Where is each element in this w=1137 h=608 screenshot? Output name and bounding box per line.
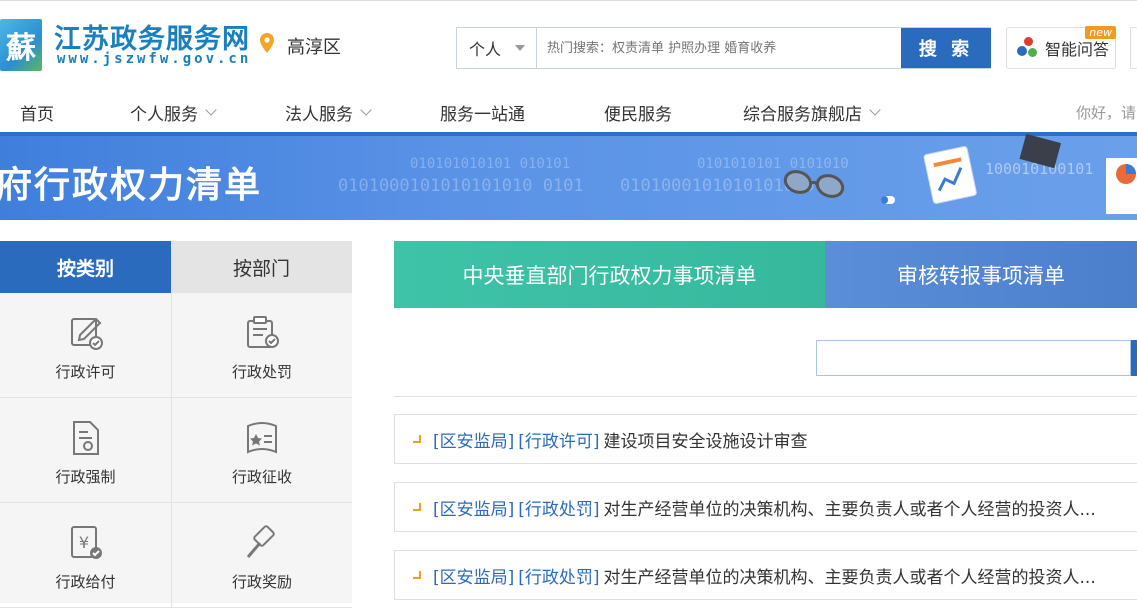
gavel-icon <box>246 525 275 558</box>
category-administrative-enforcement[interactable]: 行政强制 <box>0 398 171 503</box>
category-administrative-levy[interactable]: 行政征收 <box>171 398 352 503</box>
edit-check-icon <box>70 317 103 350</box>
location-selector[interactable]: 高淳区 <box>287 33 341 59</box>
location-pin-icon <box>260 33 274 53</box>
category-administrative-payment[interactable]: ¥ 行政给付 <box>0 503 171 608</box>
search-scope-label: 个人 <box>469 40 502 59</box>
caret-down-icon <box>515 45 526 51</box>
arrow-icon <box>413 571 421 579</box>
list-item[interactable]: [区安监局] [行政许可] 建设项目安全设施设计审查 <box>394 414 1137 464</box>
glasses-icon <box>783 170 845 198</box>
nav-one-stop[interactable]: 服务一站通 <box>440 100 525 125</box>
item-title: 建设项目安全设施设计审查 <box>603 431 808 452</box>
site-url: www.jszwfw.gov.cn <box>57 51 252 67</box>
page-banner: 010101010101 010101 0101000101010101010 … <box>0 132 1137 220</box>
pie-chart-paper-icon <box>1106 158 1137 214</box>
list-item[interactable]: [区安监局] [行政处罚] 对生产经营单位的决策机构、主要负责人或者个人经营的投… <box>394 482 1137 532</box>
nav-personal-label: 个人服务 <box>130 105 198 125</box>
list-search-button[interactable] <box>1131 340 1137 376</box>
nav-convenience[interactable]: 便民服务 <box>604 100 672 125</box>
item-department: [区安监局] <box>433 567 515 588</box>
nav-convenience-label: 便民服务 <box>604 105 672 125</box>
category-tabs: 按类别 按部门 <box>0 241 352 293</box>
logo-glyph: 蘇 <box>6 31 36 66</box>
star-book-icon <box>247 422 277 454</box>
search-scope-select[interactable]: 个人 <box>457 28 537 68</box>
item-type: [行政处罚] <box>518 499 600 520</box>
list-search-input[interactable] <box>816 340 1131 376</box>
category-label: 行政给付 <box>55 573 116 591</box>
document-seal-icon <box>72 421 99 455</box>
arrow-icon <box>413 503 421 511</box>
category-label: 行政处罚 <box>231 363 292 381</box>
page-title: 府行政权力清单 <box>0 165 263 206</box>
banner-binary-text: 0101000101010101010 0101 <box>338 176 584 196</box>
item-title: 对生产经营单位的决策机构、主要负责人或者个人经营的投资人... <box>603 567 1096 588</box>
header-extra-button[interactable] <box>1130 27 1137 69</box>
category-label: 行政征收 <box>231 468 292 486</box>
capsule-icon <box>881 196 895 204</box>
category-grid: 行政许可 行政处罚 行政强制 行政征收 ¥ 行政给付 行政奖励 <box>0 293 352 608</box>
nav-corporate-services[interactable]: 法人服务 <box>285 100 372 125</box>
item-department: [区安监局] <box>433 431 515 452</box>
svg-text:¥: ¥ <box>78 533 88 552</box>
nav-one-stop-label: 服务一站通 <box>440 105 525 125</box>
tab-by-department[interactable]: 按部门 <box>171 241 352 293</box>
item-type: [行政许可] <box>518 431 600 452</box>
category-label: 行政许可 <box>55 363 116 381</box>
search-bar: 个人 搜 索 <box>456 27 991 69</box>
search-button[interactable]: 搜 索 <box>901 28 991 68</box>
banner-top-line <box>0 132 1137 136</box>
item-type: [行政处罚] <box>518 567 600 588</box>
arrow-icon <box>413 435 421 443</box>
site-logo-mark[interactable]: 蘇 <box>0 19 42 71</box>
smart-qa-button[interactable]: 智能问答 new <box>1006 26 1116 69</box>
item-title: 对生产经营单位的决策机构、主要负责人或者个人经营的投资人... <box>603 499 1096 520</box>
smart-qa-label: 智能问答 <box>1045 40 1110 59</box>
category-administrative-reward[interactable]: 行政奖励 <box>171 503 352 608</box>
nav-flagship-store[interactable]: 综合服务旗舰店 <box>743 100 881 125</box>
site-header: 蘇 江苏政务服务网 www.jszwfw.gov.cn 高淳区 个人 搜 索 智… <box>0 0 1137 90</box>
category-label: 行政奖励 <box>231 573 292 591</box>
tab-central-vertical-list[interactable]: 中央垂直部门行政权力事项清单 <box>394 241 825 308</box>
new-badge: new <box>1085 26 1116 39</box>
chevron-down-icon <box>360 104 372 116</box>
clipboard-check-icon <box>247 316 279 348</box>
report-chart-icon <box>923 146 977 204</box>
chat-bubbles-icon <box>1015 35 1041 61</box>
main-nav: 首页 个人服务 法人服务 服务一站通 便民服务 综合服务旗舰店 你好，请 <box>0 90 1137 132</box>
search-input[interactable] <box>537 28 901 68</box>
yuan-check-icon: ¥ <box>70 526 102 559</box>
category-administrative-license[interactable]: 行政许可 <box>0 293 171 398</box>
nav-flagship-label: 综合服务旗舰店 <box>743 105 862 125</box>
user-greeting[interactable]: 你好，请 <box>1076 102 1136 123</box>
notebook-icon <box>1019 133 1062 169</box>
banner-binary-text: 010101010101 010101 <box>410 156 571 172</box>
divider <box>394 396 1137 397</box>
nav-personal-services[interactable]: 个人服务 <box>130 100 217 125</box>
nav-home-label: 首页 <box>20 105 54 125</box>
tab-by-category[interactable]: 按类别 <box>0 241 171 293</box>
nav-corporate-label: 法人服务 <box>285 105 353 125</box>
item-department: [区安监局] <box>433 499 515 520</box>
list-item[interactable]: [区安监局] [行政处罚] 对生产经营单位的决策机构、主要负责人或者个人经营的投… <box>394 550 1137 600</box>
chevron-down-icon <box>205 104 217 116</box>
category-administrative-penalty[interactable]: 行政处罚 <box>171 293 352 398</box>
category-label: 行政强制 <box>55 468 116 486</box>
nav-home[interactable]: 首页 <box>20 100 54 125</box>
tab-review-report-list[interactable]: 审核转报事项清单 <box>825 241 1137 308</box>
list-tabs: 中央垂直部门行政权力事项清单 审核转报事项清单 <box>394 241 1137 308</box>
chevron-down-icon <box>869 104 881 116</box>
